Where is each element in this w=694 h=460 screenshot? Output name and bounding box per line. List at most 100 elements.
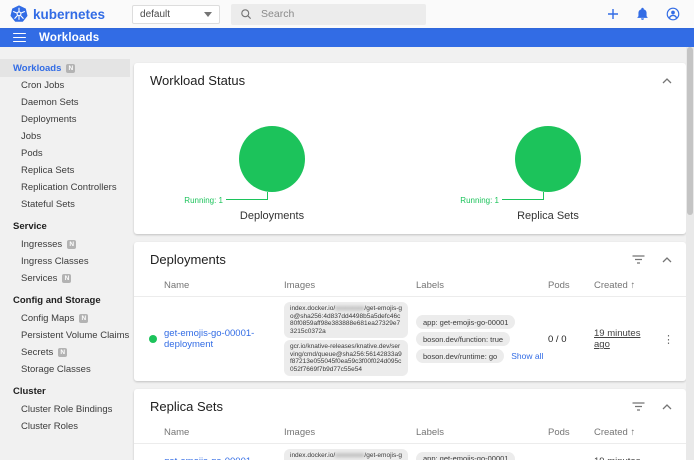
workload-status-charts: Running: 1 Deployments Running: 1 Replic… xyxy=(134,96,686,234)
bell-icon xyxy=(636,7,649,21)
kubernetes-logo[interactable]: kubernetes xyxy=(10,5,105,23)
sidebar-item-deployments[interactable]: Deployments xyxy=(0,111,130,128)
column-header-images: Images xyxy=(284,427,416,438)
menu-button[interactable] xyxy=(13,33,26,43)
filter-icon xyxy=(632,255,645,264)
scrollbar-thumb[interactable] xyxy=(687,47,693,215)
image-chip: index.docker.io/xxxxxxxxx/get-emojis-go@… xyxy=(284,302,408,338)
sidebar-item-cluster-roles[interactable]: Cluster Roles xyxy=(0,418,130,435)
column-header-pods: Pods xyxy=(548,280,594,291)
pie-running-slice xyxy=(239,126,305,192)
table-row: get-emojis-go-00001-deployment index.doc… xyxy=(134,297,686,381)
search-icon xyxy=(240,8,252,20)
filter-button[interactable] xyxy=(632,402,645,411)
deployments-title: Deployments xyxy=(150,252,632,267)
chevron-up-icon xyxy=(662,78,672,84)
scrollbar[interactable] xyxy=(686,47,694,460)
sidebar-item-replica-sets[interactable]: Replica Sets xyxy=(0,162,130,179)
row-menu-button[interactable]: ⋮ xyxy=(658,333,678,346)
kubernetes-dashboard: kubernetes default xyxy=(0,0,694,460)
workload-status-title: Workload Status xyxy=(150,73,662,88)
collapse-card-button[interactable] xyxy=(662,404,672,410)
images-cell: index.docker.io/xxxxxxxxx/get-emojis-go@… xyxy=(284,447,416,460)
chart-title: Replica Sets xyxy=(410,210,686,222)
replica-set-name-link[interactable]: get-emojis-go-00001-deployment- xyxy=(164,456,284,460)
legend-running-count: Running: 1 xyxy=(460,196,499,205)
sidebar-item-daemon-sets[interactable]: Daemon Sets xyxy=(0,94,130,111)
collapse-card-button[interactable] xyxy=(662,78,672,84)
sidebar-section-config-and-storage: Config and Storage xyxy=(0,290,130,310)
replica-sets-card: Replica Sets Name Images Labels xyxy=(134,389,686,460)
sidebar-item-cron-jobs[interactable]: Cron Jobs xyxy=(0,77,130,94)
legend-connector-line xyxy=(502,192,544,200)
chart-title: Deployments xyxy=(134,210,410,222)
chevron-down-icon xyxy=(204,12,212,17)
collapse-card-button[interactable] xyxy=(662,257,672,263)
namespace-selector[interactable]: default xyxy=(132,5,220,24)
sort-ascending-icon: ↑ xyxy=(630,280,635,291)
deployment-name-link[interactable]: get-emojis-go-00001-deployment xyxy=(164,328,284,350)
sidebar-item-cluster-role-bindings[interactable]: Cluster Role Bindings xyxy=(0,401,130,418)
column-header-labels: Labels xyxy=(416,280,548,291)
label-chip: boson.dev/runtime: go xyxy=(416,349,504,363)
column-header-created[interactable]: Created ↑ xyxy=(594,427,658,438)
filter-button[interactable] xyxy=(632,255,645,264)
sidebar-item-persistent-volume-claims[interactable]: Persistent Volume Claims N xyxy=(0,327,130,344)
deployments-card: Deployments Name Images Labels xyxy=(134,242,686,381)
column-header-created[interactable]: Created ↑ xyxy=(594,280,658,291)
status-ok-icon xyxy=(149,335,157,343)
namespaced-badge-icon: N xyxy=(67,240,76,249)
image-chip: gcr.io/knative-releases/knative.dev/serv… xyxy=(284,340,408,376)
filter-icon xyxy=(632,402,645,411)
sidebar-section-cluster: Cluster xyxy=(0,381,130,401)
pods-cell: 0 / 0 xyxy=(548,334,594,345)
sidebar-item-secrets[interactable]: Secrets N xyxy=(0,344,130,361)
redacted-text: xxxxxxxxx xyxy=(335,305,364,312)
deployments-table-header: Name Images Labels Pods Created ↑ xyxy=(134,275,686,297)
created-cell: 19 minutes ago xyxy=(594,328,658,350)
chevron-up-icon xyxy=(662,257,672,263)
workload-status-card: Workload Status Running: 1 Deployments xyxy=(134,63,686,234)
sidebar-section-service: Service xyxy=(0,216,130,236)
sidebar-item-config-maps[interactable]: Config Maps N xyxy=(0,310,130,327)
replica-sets-title: Replica Sets xyxy=(150,399,632,414)
sidebar-item-replication-controllers[interactable]: Replication Controllers xyxy=(0,179,130,196)
sidebar-item-workloads[interactable]: Workloads N xyxy=(0,59,130,77)
notifications-button[interactable] xyxy=(636,7,649,21)
sidebar-item-services[interactable]: Services N xyxy=(0,270,130,287)
table-row: get-emojis-go-00001-deployment- index.do… xyxy=(134,444,686,460)
pie-running-slice xyxy=(515,126,581,192)
kubernetes-logo-icon xyxy=(10,5,28,23)
replica-sets-pie-chart: Running: 1 Replica Sets xyxy=(410,104,686,222)
label-chip: app: get-emojis-go-00001 xyxy=(416,315,515,329)
search-input[interactable] xyxy=(261,8,401,20)
legend-running-count: Running: 1 xyxy=(184,196,223,205)
namespace-selected-value: default xyxy=(140,9,170,20)
sidebar-item-stateful-sets[interactable]: Stateful Sets xyxy=(0,196,130,213)
replica-sets-table-header: Name Images Labels Pods Created ↑ xyxy=(134,422,686,444)
image-chip: index.docker.io/xxxxxxxxx/get-emojis-go@… xyxy=(284,449,408,460)
label-chip: app: get-emojis-go-00001 xyxy=(416,452,515,460)
sidebar-item-storage-classes[interactable]: Storage Classes xyxy=(0,361,130,378)
sidebar-item-pods[interactable]: Pods xyxy=(0,145,130,162)
app-header: kubernetes default xyxy=(0,0,694,28)
column-header-images: Images xyxy=(284,280,416,291)
search-bar[interactable] xyxy=(231,4,426,25)
column-header-pods: Pods xyxy=(548,427,594,438)
column-header-name[interactable]: Name xyxy=(164,427,284,438)
sidebar-item-label: Workloads xyxy=(13,63,61,74)
column-header-name[interactable]: Name xyxy=(164,280,284,291)
main-content: Workload Status Running: 1 Deployments xyxy=(130,47,686,460)
legend-connector-line xyxy=(226,192,268,200)
show-all-labels-link[interactable]: Show all xyxy=(511,351,543,361)
sidebar-item-ingress-classes[interactable]: Ingress Classes xyxy=(0,253,130,270)
create-resource-button[interactable] xyxy=(607,8,619,20)
sidebar: Workloads N Cron Jobs Daemon Sets Deploy… xyxy=(0,47,130,460)
user-menu-button[interactable] xyxy=(666,7,680,21)
sidebar-item-ingresses[interactable]: Ingresses N xyxy=(0,236,130,253)
labels-cell: app: get-emojis-go-00001 boson.dev/funct… xyxy=(416,450,548,460)
label-chip: boson.dev/function: true xyxy=(416,332,510,346)
created-cell: 19 minutes ago xyxy=(594,456,658,460)
images-cell: index.docker.io/xxxxxxxxx/get-emojis-go@… xyxy=(284,300,416,378)
sidebar-item-jobs[interactable]: Jobs xyxy=(0,128,130,145)
